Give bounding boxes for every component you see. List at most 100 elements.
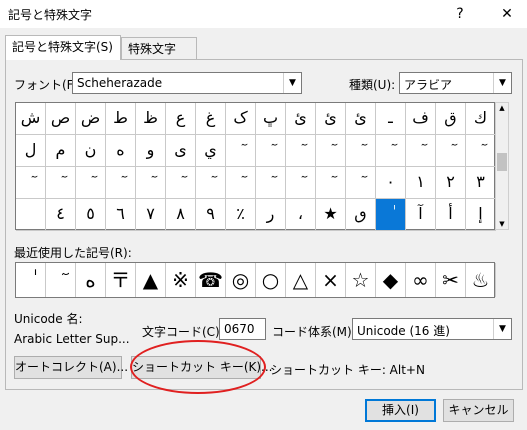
grid-cell[interactable]: ٓ xyxy=(166,167,196,199)
grid-cell[interactable]: ر xyxy=(256,199,286,231)
grid-cell[interactable]: ٓ xyxy=(376,135,406,167)
grid-cell[interactable]: ١ xyxy=(406,167,436,199)
grid-cell[interactable]: ٓ xyxy=(316,167,346,199)
tab-special-characters[interactable]: 特殊文字(P) xyxy=(121,37,197,78)
grid-cell[interactable]: ٰ xyxy=(376,199,406,231)
grid-cell[interactable]: ٓ xyxy=(406,135,436,167)
code-system-select[interactable]: Unicode (16 進) ▼ xyxy=(352,318,512,340)
grid-cell[interactable]: ★ xyxy=(316,199,346,231)
recent-symbol-cell[interactable]: ♨ xyxy=(466,263,496,297)
recent-symbol-cell[interactable]: ※ xyxy=(166,263,196,297)
grid-scrollbar[interactable]: ▲ ▼ xyxy=(495,102,509,230)
insert-button[interactable]: 挿入(I) xyxy=(365,399,436,422)
grid-cell[interactable]: ک xyxy=(226,103,256,135)
grid-cell[interactable]: ص xyxy=(46,103,76,135)
grid-cell[interactable] xyxy=(16,199,46,231)
grid-cell[interactable]: ٓ xyxy=(196,167,226,199)
grid-cell[interactable]: ئ xyxy=(286,103,316,135)
grid-cell[interactable]: ٓ xyxy=(106,167,136,199)
grid-cell[interactable]: ٓ xyxy=(16,167,46,199)
grid-cell[interactable]: ٓ xyxy=(226,135,256,167)
grid-cell[interactable]: ٥ xyxy=(76,199,106,231)
grid-cell[interactable]: ٓ xyxy=(226,167,256,199)
grid-cell[interactable]: أ xyxy=(436,199,466,231)
scroll-thumb[interactable] xyxy=(497,153,507,171)
grid-cell[interactable]: ٓ xyxy=(346,167,376,199)
grid-cell[interactable]: ٯ xyxy=(346,199,376,231)
grid-cell[interactable]: ڀ xyxy=(256,103,286,135)
grid-cell[interactable]: ٤ xyxy=(46,199,76,231)
scroll-up-icon[interactable]: ▲ xyxy=(496,104,508,112)
chevron-down-icon[interactable]: ▼ xyxy=(283,73,301,93)
grid-cell[interactable]: ٢ xyxy=(436,167,466,199)
grid-cell[interactable]: ٓ xyxy=(256,167,286,199)
grid-cell[interactable]: ٣ xyxy=(466,167,496,199)
grid-cell[interactable]: ئ xyxy=(346,103,376,135)
grid-cell[interactable]: ط xyxy=(106,103,136,135)
recent-symbol-cell[interactable]: ○ xyxy=(256,263,286,297)
character-grid[interactable]: شصضطظعغکڀئئئـفقكلمنهوىيٓٓٓٓٓٓٓٓٓٓٓٓٓٓٓٓٓ… xyxy=(15,102,496,231)
autocorrect-button[interactable]: オートコレクト(A)... xyxy=(14,356,128,379)
char-code-input[interactable]: 0670 xyxy=(219,318,266,340)
grid-cell[interactable]: ش xyxy=(16,103,46,135)
chevron-down-icon[interactable]: ▼ xyxy=(493,319,511,339)
grid-cell[interactable]: ـ xyxy=(376,103,406,135)
grid-cell[interactable]: م xyxy=(46,135,76,167)
recent-symbol-cell[interactable]: ∞ xyxy=(406,263,436,297)
grid-cell[interactable]: ك xyxy=(466,103,496,135)
recent-symbol-cell[interactable]: ٓ xyxy=(46,263,76,297)
recent-symbol-cell[interactable]: △ xyxy=(286,263,316,297)
grid-cell[interactable]: ٠ xyxy=(376,167,406,199)
scroll-down-icon[interactable]: ▼ xyxy=(496,220,508,228)
grid-cell[interactable]: إ xyxy=(466,199,496,231)
grid-cell[interactable]: ٪ xyxy=(226,199,256,231)
grid-cell[interactable]: ل xyxy=(16,135,46,167)
recent-symbol-cell[interactable]: ✂ xyxy=(436,263,466,297)
grid-cell[interactable]: غ xyxy=(196,103,226,135)
grid-cell[interactable]: ٓ xyxy=(316,135,346,167)
grid-cell[interactable]: ى xyxy=(166,135,196,167)
grid-cell[interactable]: ٧ xyxy=(136,199,166,231)
kind-select[interactable]: アラビア ▼ xyxy=(399,72,512,94)
recent-symbols[interactable]: ٰٓه〒▲※☎◎○△×☆◆∞✂♨ xyxy=(15,262,496,298)
grid-cell[interactable]: ٩ xyxy=(196,199,226,231)
chevron-down-icon[interactable]: ▼ xyxy=(493,73,511,93)
grid-cell[interactable]: ن xyxy=(76,135,106,167)
grid-cell[interactable]: ٨ xyxy=(166,199,196,231)
grid-cell[interactable]: ع xyxy=(166,103,196,135)
grid-cell[interactable]: ٓ xyxy=(286,167,316,199)
grid-cell[interactable]: ، xyxy=(286,199,316,231)
font-select[interactable]: Scheherazade ▼ xyxy=(72,72,302,94)
recent-symbol-cell[interactable]: ه xyxy=(76,263,106,297)
grid-cell[interactable]: ف xyxy=(406,103,436,135)
cancel-button[interactable]: キャンセル xyxy=(443,399,514,422)
grid-cell[interactable]: ٦ xyxy=(106,199,136,231)
grid-cell[interactable]: ٓ xyxy=(436,135,466,167)
grid-cell[interactable]: ظ xyxy=(136,103,166,135)
recent-symbol-cell[interactable]: ◆ xyxy=(376,263,406,297)
grid-cell[interactable]: آ xyxy=(406,199,436,231)
grid-cell[interactable]: ٓ xyxy=(346,135,376,167)
recent-symbol-cell[interactable]: 〒 xyxy=(106,263,136,297)
grid-cell[interactable]: ٓ xyxy=(136,167,166,199)
close-button[interactable]: ✕ xyxy=(490,3,524,25)
grid-cell[interactable]: ٓ xyxy=(256,135,286,167)
grid-cell[interactable]: ئ xyxy=(316,103,346,135)
recent-symbol-cell[interactable]: ▲ xyxy=(136,263,166,297)
grid-cell[interactable]: و xyxy=(136,135,166,167)
grid-cell[interactable]: ٓ xyxy=(466,135,496,167)
recent-symbol-cell[interactable]: × xyxy=(316,263,346,297)
grid-cell[interactable]: ض xyxy=(76,103,106,135)
recent-symbol-cell[interactable]: ☆ xyxy=(346,263,376,297)
help-button[interactable]: ? xyxy=(443,3,477,25)
grid-cell[interactable]: ٓ xyxy=(46,167,76,199)
recent-symbol-cell[interactable]: ◎ xyxy=(226,263,256,297)
grid-cell[interactable]: ٓ xyxy=(76,167,106,199)
grid-cell[interactable]: ي xyxy=(196,135,226,167)
tab-symbols[interactable]: 記号と特殊文字(S) xyxy=(5,35,121,60)
recent-symbol-cell[interactable]: ☎ xyxy=(196,263,226,297)
recent-symbol-cell[interactable]: ٰ xyxy=(16,263,46,297)
grid-cell[interactable]: ق xyxy=(436,103,466,135)
grid-cell[interactable]: ه xyxy=(106,135,136,167)
grid-cell[interactable]: ٓ xyxy=(286,135,316,167)
